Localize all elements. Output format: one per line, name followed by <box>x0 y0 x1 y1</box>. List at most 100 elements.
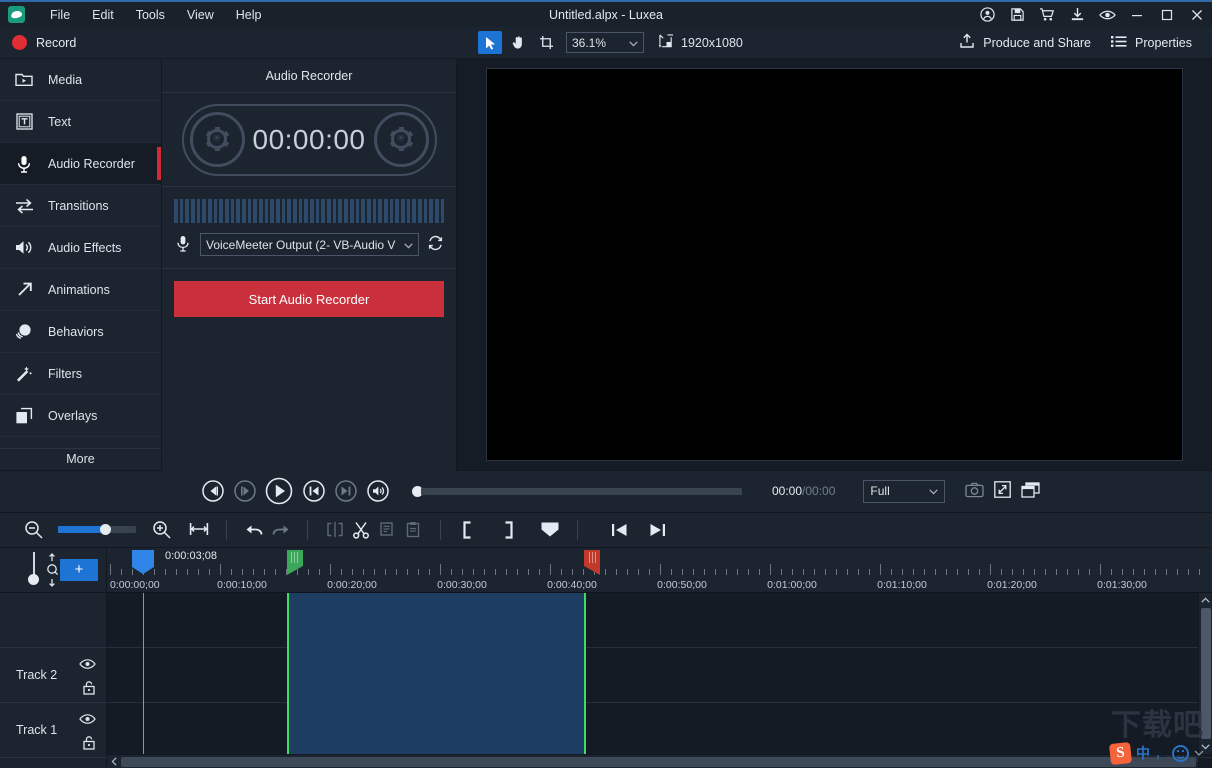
detach-window-icon[interactable] <box>1021 481 1041 501</box>
undo-button[interactable] <box>241 517 267 543</box>
sidebar-item-overlays[interactable]: Overlays <box>0 395 161 437</box>
track-lane[interactable] <box>107 648 1212 703</box>
properties-button[interactable]: Properties <box>1101 31 1202 55</box>
mark-out-button[interactable] <box>495 517 521 543</box>
timeline-selection-region[interactable] <box>287 592 586 758</box>
eye-icon[interactable] <box>79 658 96 673</box>
sidebar-item-text[interactable]: Text <box>0 101 161 143</box>
track-header-track-2[interactable]: Track 2 <box>0 648 106 703</box>
snapshot-icon[interactable] <box>965 482 985 501</box>
seek-slider[interactable] <box>412 485 742 497</box>
redo-button[interactable] <box>267 517 293 543</box>
eye-icon[interactable] <box>79 713 96 728</box>
close-button[interactable] <box>1182 1 1212 28</box>
menu-view[interactable]: View <box>176 4 225 26</box>
menu-file[interactable]: File <box>39 4 81 26</box>
eye-refresh-icon[interactable] <box>1092 1 1122 28</box>
seek-track[interactable] <box>421 487 742 495</box>
previous-marker-button[interactable] <box>606 517 632 543</box>
maximize-button[interactable] <box>1152 1 1182 28</box>
mark-out-marker[interactable] <box>584 549 600 575</box>
play-button[interactable] <box>264 476 294 506</box>
track-lanes[interactable] <box>107 592 1212 768</box>
zoom-slider-knob[interactable] <box>100 524 112 535</box>
paste-button[interactable] <box>400 517 426 543</box>
ruler-tick <box>638 568 639 575</box>
timeline-vertical-scrollbar[interactable] <box>1198 592 1212 754</box>
fit-to-timeline-icon[interactable] <box>186 517 212 543</box>
jump-end-button[interactable] <box>333 479 358 504</box>
step-back-button[interactable] <box>200 479 225 504</box>
sidebar-item-animations[interactable]: Animations <box>0 269 161 311</box>
sidebar-item-audio-effects[interactable]: Audio Effects <box>0 227 161 269</box>
audio-device-select[interactable]: VoiceMeeter Output (2- VB-Audio V <box>200 233 419 256</box>
next-marker-button[interactable] <box>644 517 670 543</box>
hand-tool[interactable] <box>506 31 530 54</box>
zoom-out-icon[interactable] <box>20 517 46 543</box>
menu-tools[interactable]: Tools <box>125 4 176 26</box>
ruler-tick <box>330 563 331 575</box>
zoom-level-select[interactable]: 36.1% <box>566 32 644 53</box>
ruler-tick <box>1045 568 1046 575</box>
cart-icon[interactable] <box>1032 1 1062 28</box>
track-header-track-1[interactable]: Track 1 <box>0 703 106 758</box>
frame-back-button[interactable] <box>232 479 257 504</box>
ruler-tick <box>253 568 254 575</box>
preview-screen[interactable] <box>486 67 1183 461</box>
meter-bar <box>417 199 422 223</box>
project-resolution[interactable]: 1920x1080 <box>658 33 743 52</box>
fullscreen-icon[interactable] <box>994 481 1012 501</box>
scroll-up-arrow[interactable] <box>1201 593 1210 607</box>
chevron-down-icon[interactable] <box>1194 746 1204 760</box>
record-button[interactable]: Record <box>0 35 162 50</box>
ime-toolbar[interactable]: S 中 ， <box>1106 740 1208 766</box>
mark-in-marker[interactable] <box>287 549 303 575</box>
track-lane[interactable] <box>107 703 1212 758</box>
ime-punctuation-label[interactable]: ， <box>1155 745 1167 762</box>
mark-in-button[interactable] <box>455 517 481 543</box>
sogou-logo-icon[interactable]: S <box>1108 741 1133 765</box>
scroll-left-arrow[interactable] <box>107 757 121 766</box>
start-audio-recorder-button[interactable]: Start Audio Recorder <box>174 281 444 317</box>
refresh-icon[interactable] <box>427 235 444 254</box>
sidebar-item-transitions[interactable]: Transitions <box>0 185 161 227</box>
add-marker-button[interactable] <box>537 517 563 543</box>
smiley-icon[interactable] <box>1172 744 1189 762</box>
download-icon[interactable] <box>1062 1 1092 28</box>
split-button[interactable] <box>322 517 348 543</box>
sidebar-item-behaviors[interactable]: Behaviors <box>0 311 161 353</box>
preview-quality-select[interactable]: Full <box>863 479 946 503</box>
track-height-slider[interactable] <box>14 550 66 590</box>
cut-button[interactable] <box>348 517 374 543</box>
save-icon[interactable] <box>1002 1 1032 28</box>
timeline-zoom-slider[interactable] <box>58 524 136 535</box>
ime-mode-label[interactable]: 中 <box>1136 743 1150 763</box>
account-icon[interactable] <box>972 1 1002 28</box>
meter-bar <box>389 199 394 223</box>
unlock-icon[interactable] <box>82 735 96 753</box>
track-lane[interactable] <box>107 593 1212 648</box>
menu-help[interactable]: Help <box>225 4 273 26</box>
minimize-button[interactable] <box>1122 1 1152 28</box>
track-height-knob[interactable] <box>28 573 39 585</box>
sidebar-item-media[interactable]: Media <box>0 59 161 101</box>
ruler-tick <box>242 568 243 575</box>
copy-button[interactable] <box>374 517 400 543</box>
unlock-icon[interactable] <box>82 680 96 698</box>
timeline-horizontal-scrollbar[interactable] <box>107 754 1198 768</box>
zoom-in-icon[interactable] <box>148 517 174 543</box>
sidebar-item-audio-recorder[interactable]: Audio Recorder <box>0 143 161 185</box>
sidebar-item-filters[interactable]: Filters <box>0 353 161 395</box>
crop-tool[interactable] <box>534 31 558 54</box>
timeline-ruler[interactable]: 0:00:00;00 0:00:10;00 0:00:20;00 0:00:30;00… <box>107 547 1212 593</box>
menu-edit[interactable]: Edit <box>81 4 125 26</box>
playhead-handle[interactable] <box>132 549 154 574</box>
produce-and-share-button[interactable]: Produce and Share <box>949 29 1101 56</box>
horizontal-scroll-thumb[interactable] <box>121 756 1196 767</box>
vertical-scroll-thumb[interactable] <box>1200 607 1211 739</box>
volume-button[interactable] <box>365 479 390 504</box>
meter-bar <box>247 199 252 223</box>
jump-start-button[interactable] <box>301 479 326 504</box>
sidebar-more-button[interactable]: More <box>0 447 161 471</box>
select-tool[interactable] <box>478 31 502 54</box>
